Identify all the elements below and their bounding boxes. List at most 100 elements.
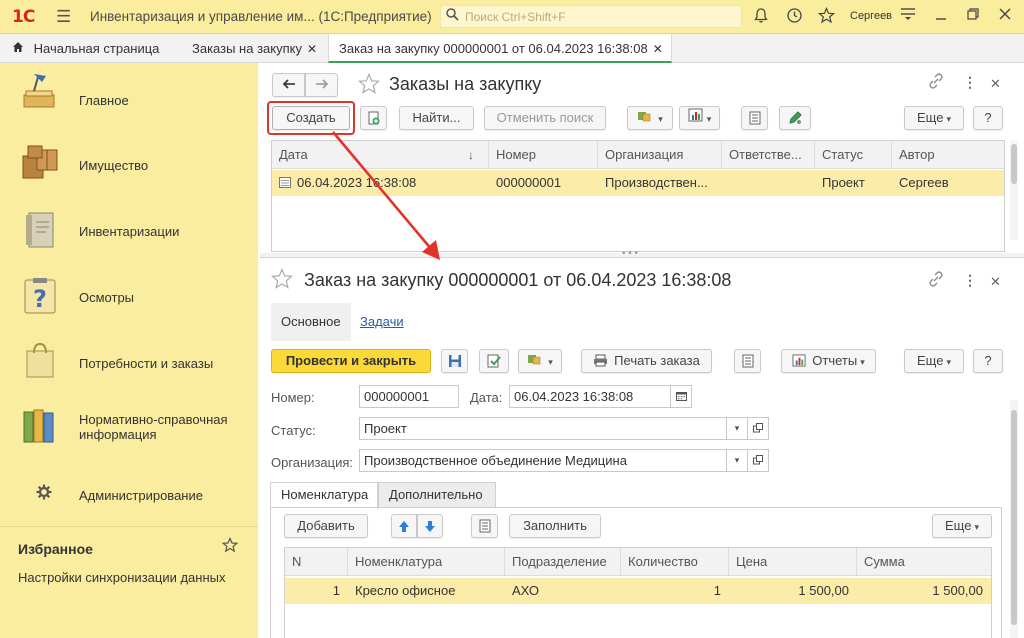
cell-status: Проект [822,175,865,190]
close-tab-icon[interactable]: ✕ [307,42,317,56]
table-row[interactable]: 1 Кресло офисное АХО 1 1 500,00 1 500,00 [285,578,991,604]
list-settings-button[interactable] [734,349,761,373]
status-dropdown-button[interactable]: ▾ [726,417,748,440]
purchase-orders-table: Дата ↓ Номер Организация Ответстве... Ст… [271,140,1005,252]
post-button[interactable] [479,349,509,373]
tab-nomenclature[interactable]: Номенклатура [270,482,378,509]
column-header-organization[interactable]: Организация [598,141,722,169]
list-scrollbar[interactable] [1010,140,1018,240]
create-based-on-button[interactable]: ▾ [518,349,562,373]
star-icon[interactable] [271,267,293,294]
tab-home[interactable]: Начальная страница [12,34,159,63]
section-main[interactable]: Главное [0,71,258,131]
history-icon[interactable] [786,7,803,29]
status-label: Статус: [271,423,316,438]
find-button[interactable]: Найти... [399,106,474,130]
print-order-button[interactable]: Печать заказа [581,349,712,373]
scroll-thumb[interactable] [1011,144,1017,184]
forward-button[interactable] [305,73,338,97]
post-and-close-button[interactable]: Провести и закрыть [271,349,431,373]
section-property[interactable]: Имущество [0,136,258,196]
binder-icon [20,210,60,250]
minimize-icon[interactable] [934,7,948,26]
bell-icon[interactable] [753,7,769,29]
section-needs-orders[interactable]: Потребности и заказы [0,334,258,394]
close-form-icon[interactable]: ✕ [990,76,1001,92]
settings-menu-icon[interactable] [900,7,916,26]
organization-dropdown-button[interactable]: ▾ [726,449,748,472]
create-button[interactable]: Создать [272,106,350,130]
nav-main-tab[interactable]: Основное [271,303,351,341]
link-icon[interactable] [928,73,944,93]
move-down-button[interactable] [417,514,443,538]
search-icon [446,8,459,24]
close-window-icon[interactable] [998,7,1012,26]
column-header-nomenclature[interactable]: Номенклатура [348,548,505,576]
tab-additional[interactable]: Дополнительно [378,482,496,508]
add-row-button[interactable]: Добавить [284,514,368,538]
table-list-settings-button[interactable] [471,514,498,538]
help-button[interactable]: ? [973,349,1003,373]
move-up-button[interactable] [391,514,417,538]
arrow-up-icon [399,521,409,532]
arrow-left-icon [282,79,295,89]
edit-button[interactable] [779,106,811,130]
more-button[interactable]: Еще ▾ [904,349,964,373]
close-form-icon[interactable]: ✕ [990,274,1001,290]
section-administration[interactable]: Администрирование [0,466,258,526]
main-menu-icon[interactable]: ☰ [56,7,71,27]
date-field[interactable]: 06.04.2023 16:38:08 [509,385,671,408]
status-field[interactable]: Проект [359,417,727,440]
number-field[interactable]: 000000001 [359,385,459,408]
column-header-department[interactable]: Подразделение [505,548,621,576]
column-header-n[interactable]: N [285,548,348,576]
nomenclature-table: N Номенклатура Подразделение Количество … [284,547,992,638]
nav-tasks-link[interactable]: Задачи [360,314,404,329]
column-header-status[interactable]: Статус [815,141,892,169]
column-header-quantity[interactable]: Количество [621,548,729,576]
tab-purchase-order-document[interactable]: Заказ на закупку 000000001 от 06.04.2023… [328,34,672,63]
scroll-thumb[interactable] [1011,410,1017,625]
search-field[interactable]: Поиск Ctrl+Shift+F [440,5,742,28]
fill-button[interactable]: Заполнить [509,514,601,538]
print-menu-button[interactable]: ▾ [679,106,720,130]
column-header-author[interactable]: Автор [892,141,1004,169]
column-header-responsible[interactable]: Ответстве... [722,141,815,169]
help-button[interactable]: ? [973,106,1003,130]
status-open-button[interactable] [747,417,769,440]
sort-descending-icon: ↓ [468,148,474,162]
star-icon[interactable] [358,72,380,99]
more-actions-icon[interactable]: ⋮ [963,74,977,91]
tab-purchase-orders[interactable]: Заказы на закупку ✕ [192,34,317,63]
section-inventories[interactable]: Инвентаризации [0,202,258,262]
table-row[interactable]: 06.04.2023 16:38:08 000000001 Производст… [272,170,1004,196]
favorite-link[interactable]: Настройки синхронизации данных [18,570,226,585]
more-actions-icon[interactable]: ⋮ [963,272,977,289]
save-button[interactable] [441,349,468,373]
create-based-on-button[interactable]: ▾ [627,106,673,130]
organization-open-button[interactable] [747,449,769,472]
more-button[interactable]: Еще ▾ [904,106,964,130]
restore-icon[interactable] [966,7,980,26]
star-icon[interactable] [221,537,239,558]
column-header-number[interactable]: Номер [489,141,598,169]
reports-button[interactable]: Отчеты ▾ [781,349,876,373]
column-header-date[interactable]: Дата ↓ [272,141,489,169]
organization-field[interactable]: Производственное объединение Медицина [359,449,727,472]
current-user[interactable]: Сергеев [850,10,892,22]
close-tab-icon[interactable]: ✕ [653,42,663,56]
back-button[interactable] [272,73,305,97]
column-header-sum[interactable]: Сумма [857,548,991,576]
table-more-button[interactable]: Еще ▾ [932,514,992,538]
copy-button[interactable] [360,106,387,130]
form-scrollbar[interactable] [1010,400,1018,638]
section-inspections[interactable]: ? Осмотры [0,268,258,328]
cancel-search-button[interactable]: Отменить поиск [484,106,606,130]
create-based-icon [638,112,651,122]
column-header-price[interactable]: Цена [729,548,857,576]
calendar-button[interactable] [670,385,692,408]
link-icon[interactable] [928,271,944,291]
list-settings-button[interactable] [741,106,768,130]
favorites-star-icon[interactable] [817,6,836,29]
section-reference-info[interactable]: Нормативно-справочная информация [0,400,258,460]
